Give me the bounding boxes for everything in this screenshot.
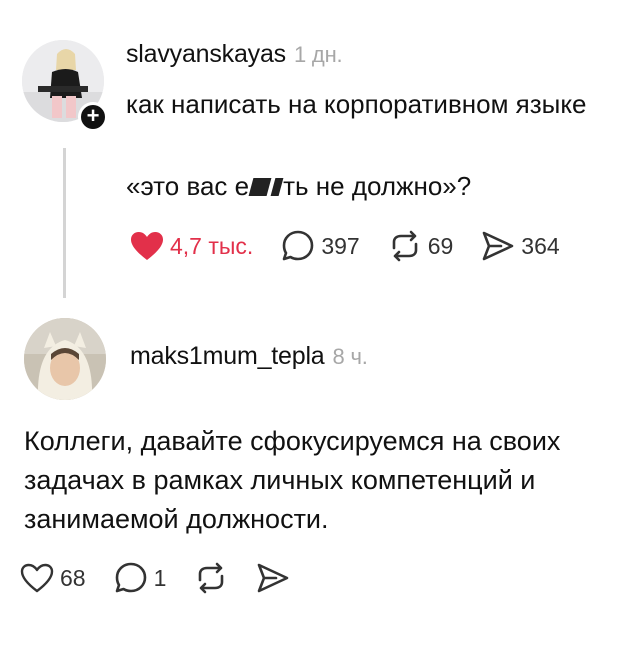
post-2-text: Коллеги, давайте сфокусируемся на своих … [24, 426, 561, 534]
username[interactable]: maks1mum_tepla [130, 342, 325, 370]
share-count: 364 [521, 232, 560, 259]
like-button[interactable]: 68 [20, 563, 86, 593]
reply-count: 397 [321, 232, 360, 259]
heart-filled-icon [131, 232, 163, 260]
like-count: 4,7 тыс. [170, 232, 254, 259]
text-segment-after: ть не должно»? [283, 171, 472, 201]
censor-blot [248, 178, 272, 196]
share-button[interactable]: 364 [481, 230, 560, 262]
share-icon [482, 231, 514, 261]
reply-count: 1 [153, 564, 167, 591]
repost-icon [199, 562, 224, 594]
avatar-image [24, 318, 106, 400]
heart-outline-icon [20, 563, 54, 593]
plus-icon: + [86, 103, 100, 128]
post-1-actions: 4,7 тыс. 397 69 364 [130, 230, 588, 262]
time-ago: 8 ч. [332, 344, 368, 369]
share-button[interactable] [256, 562, 290, 594]
post-2: maks1mum_tepla 8 ч. Коллеги, давайте сфок… [0, 300, 640, 654]
censor-blot-2 [270, 178, 284, 196]
comment-icon [283, 230, 314, 261]
like-count: 68 [60, 564, 86, 591]
repost-button[interactable]: 69 [388, 230, 454, 262]
post-2-actions: 68 1 [20, 562, 318, 594]
like-button[interactable]: 4,7 тыс. [130, 231, 253, 261]
time-ago: 1 дн. [293, 42, 343, 67]
text-segment-before: «это вас е [126, 171, 250, 201]
post-2-username-row: maks1mum_tepla 8 ч. [130, 342, 368, 371]
repost-icon [392, 230, 418, 262]
thread-line [63, 148, 66, 298]
username[interactable]: slavyanskayas [126, 40, 286, 68]
post-1-username-row: slavyanskayas 1 дн. [126, 40, 343, 69]
comment-icon [115, 562, 146, 593]
post-1-text-line1: как написать на корпоративном языке [126, 89, 587, 119]
share-icon [258, 563, 289, 593]
repost-count: 69 [427, 232, 454, 259]
reply-button[interactable]: 1 [114, 562, 167, 594]
post-1: + slavyanskayas 1 дн. как написать на кор… [0, 0, 640, 300]
post-1-text-line2: «это вас е ть не должно»? [126, 168, 626, 204]
reply-button[interactable]: 397 [281, 230, 360, 262]
avatar-maks1mum_tepla[interactable] [24, 318, 106, 400]
follow-plus-button[interactable]: + [78, 102, 108, 132]
repost-button[interactable] [194, 562, 228, 594]
